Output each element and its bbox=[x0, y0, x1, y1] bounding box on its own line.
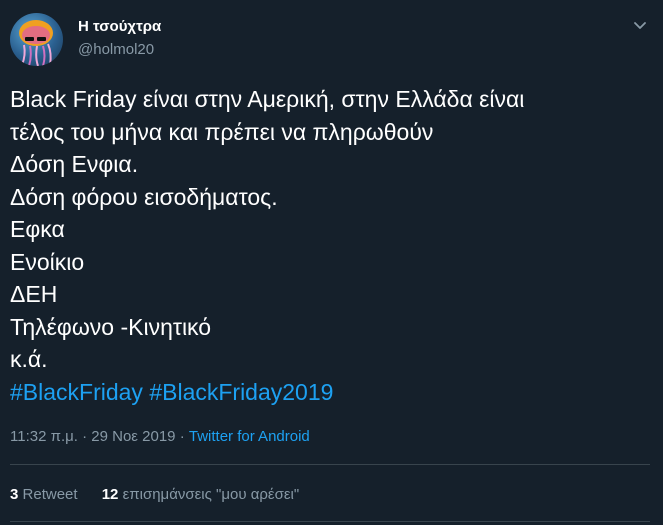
meta-separator: · bbox=[175, 428, 189, 445]
tweet-line: Black Friday είναι στην Αμερική, στην Ελ… bbox=[10, 86, 525, 112]
author-display-name[interactable]: Η τσούχτρα bbox=[78, 18, 161, 35]
tweet-line: κ.ά. bbox=[10, 346, 48, 372]
avatar[interactable] bbox=[10, 13, 63, 66]
tweet-line: τέλος του μήνα και πρέπει να πληρωθούν bbox=[10, 118, 434, 145]
tweet-line: Δόση Ενφια. bbox=[10, 151, 139, 177]
tweet-stats: 3 Retweet 12 επισημάνσεις "μου αρέσει" bbox=[10, 486, 299, 503]
hashtags: #BlackFriday #BlackFriday2019 bbox=[10, 376, 650, 409]
divider bbox=[10, 521, 650, 522]
tweet-line: ΔΕΗ bbox=[10, 281, 58, 307]
tweet-source-link[interactable]: Twitter for Android bbox=[189, 428, 310, 445]
hashtag-link[interactable]: #BlackFriday bbox=[10, 379, 143, 405]
tweet-text: Black Friday είναι στην Αμερική, στην Ελ… bbox=[10, 83, 650, 408]
author-handle[interactable]: @holmol20 bbox=[78, 41, 154, 58]
tweet-line: Δόση φόρου εισοδήματος. bbox=[10, 183, 278, 210]
tweet-meta: 11:32 π.μ. · 29 Νοε 2019 · Twitter for A… bbox=[10, 428, 310, 445]
retweet-count: 3 bbox=[10, 486, 19, 503]
like-stat[interactable]: 12 επισημάνσεις "μου αρέσει" bbox=[102, 486, 300, 503]
tweet-line: Εφκα bbox=[10, 216, 65, 242]
retweet-label: Retweet bbox=[22, 486, 78, 503]
like-count: 12 bbox=[101, 486, 119, 503]
tweet-date[interactable]: 29 Νοε 2019 bbox=[91, 428, 175, 445]
tweet-line: Τηλέφωνο -Κινητικό bbox=[10, 313, 212, 340]
hashtag-link[interactable]: #BlackFriday2019 bbox=[149, 379, 333, 405]
tweet-line: Ενοίκιο bbox=[10, 248, 85, 275]
tweet-card: Η τσούχτρα @holmol20 Black Friday είναι … bbox=[0, 0, 663, 525]
divider bbox=[10, 464, 650, 465]
chevron-down-icon[interactable] bbox=[631, 16, 649, 34]
jellyfish-avatar-image bbox=[19, 20, 53, 66]
tweet-time[interactable]: 11:32 π.μ. bbox=[10, 428, 78, 445]
like-label: επισημάνσεις "μου αρέσει" bbox=[122, 486, 300, 503]
retweet-stat[interactable]: 3 Retweet bbox=[10, 486, 78, 503]
meta-separator: · bbox=[77, 428, 92, 445]
